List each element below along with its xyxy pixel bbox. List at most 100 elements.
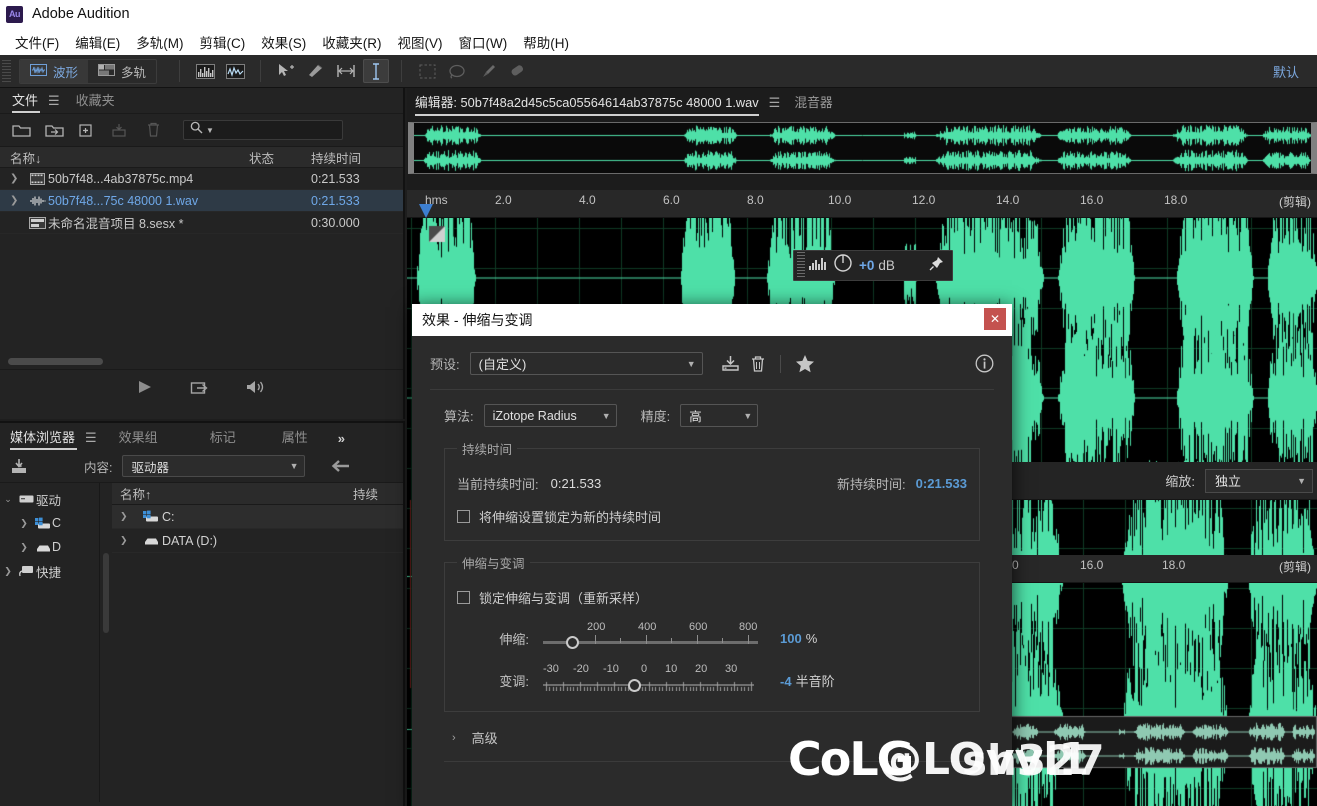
volume-icon[interactable] — [245, 379, 267, 400]
move-tool-icon[interactable] — [273, 59, 299, 83]
menu-edit[interactable]: 编辑(E) — [67, 30, 128, 54]
clip-gain-value[interactable]: +0 — [859, 258, 874, 273]
export-icon[interactable] — [190, 379, 209, 400]
list-item[interactable]: ❯ DATA (D:) — [112, 529, 403, 553]
tree-item-drives[interactable]: ⌄ 驱动 — [0, 487, 99, 511]
expand-twisty-icon[interactable]: ❯ — [120, 535, 138, 546]
favorite-star-icon[interactable] — [795, 354, 815, 373]
spectral-pitch-icon[interactable] — [222, 59, 248, 83]
menu-clip[interactable]: 剪辑(C) — [192, 30, 254, 54]
tab-editor[interactable]: 编辑器: 50b7f48a2d45c5ca05564614ab37875c 48… — [415, 92, 765, 116]
list-item[interactable]: ❯ C: — [112, 505, 403, 529]
table-row[interactable]: ❯ 50b7f48...4ab37875c.mp4 0:21.533 — [0, 168, 403, 190]
spectral-frequency-icon[interactable] — [192, 59, 218, 83]
files-panel-menu-icon[interactable]: ☰ — [48, 93, 60, 109]
timeline-ruler-secondary[interactable]: 0 16.0 18.0 (剪辑) — [1010, 555, 1317, 583]
media-browser-splitter[interactable] — [100, 483, 112, 802]
import-media-icon[interactable] — [10, 456, 32, 476]
close-icon[interactable]: ✕ — [984, 308, 1006, 330]
tab-files[interactable]: 文件 — [12, 90, 46, 113]
menu-favorites[interactable]: 收藏夹(R) — [314, 30, 389, 54]
media-col-duration[interactable]: 持续 — [353, 484, 403, 503]
table-row[interactable]: 未命名混音项目 8.sesx * 0:30.000 — [0, 212, 403, 234]
zoom-select[interactable]: 独立 ▼ — [1205, 468, 1313, 493]
files-col-duration[interactable]: 持续时间 — [311, 148, 403, 167]
editor-panel-menu-icon[interactable]: ☰ — [769, 95, 781, 111]
tab-mixer[interactable]: 混音器 — [794, 92, 838, 116]
dialog-title-bar[interactable]: 效果 - 伸缩与变调 ✕ — [412, 304, 1012, 336]
menu-multitrack[interactable]: 多轨(M) — [128, 30, 191, 54]
media-col-name[interactable]: 名称↑ — [120, 484, 353, 503]
pin-icon[interactable] — [929, 256, 944, 276]
expand-twisty-icon[interactable]: ❯ — [16, 518, 32, 529]
tab-favorites[interactable]: 收藏夹 — [76, 90, 123, 113]
tab-properties[interactable]: 属性 — [282, 427, 316, 450]
pitch-slider-knob[interactable] — [628, 679, 641, 692]
files-horizontal-scrollbar[interactable] — [8, 358, 395, 367]
play-icon[interactable] — [136, 379, 154, 400]
collapse-twisty-icon[interactable]: ⌄ — [0, 494, 16, 505]
pitch-value[interactable]: -4 — [780, 674, 792, 689]
expand-twisty-icon[interactable]: ❯ — [10, 195, 26, 206]
menu-effects[interactable]: 效果(S) — [253, 30, 314, 54]
new-file-icon[interactable] — [76, 120, 98, 140]
paintbrush-selection-icon[interactable] — [474, 59, 500, 83]
spot-healing-brush-icon[interactable] — [504, 59, 530, 83]
playhead-marker[interactable] — [419, 204, 433, 218]
expand-twisty-icon[interactable]: › — [452, 732, 456, 744]
tree-item-shortcuts[interactable]: ❯ 快捷 — [0, 559, 99, 583]
expand-twisty-icon[interactable]: ❯ — [0, 566, 16, 577]
open-file-icon[interactable] — [10, 120, 32, 140]
expand-twisty-icon[interactable]: ❯ — [10, 173, 26, 184]
stretch-slider[interactable]: 200 400 600 800 — [543, 621, 758, 655]
lock-stretch-checkbox[interactable] — [457, 591, 470, 604]
expand-twisty-icon[interactable]: ❯ — [120, 511, 138, 522]
files-col-name[interactable]: 名称↓ — [10, 148, 249, 167]
save-preset-icon[interactable] — [721, 355, 740, 372]
menu-window[interactable]: 窗口(W) — [451, 30, 516, 54]
files-col-status[interactable]: 状态 — [249, 148, 311, 167]
delete-preset-icon[interactable] — [750, 355, 766, 373]
tabs-overflow-icon[interactable]: » — [338, 431, 353, 450]
menu-file[interactable]: 文件(F) — [7, 30, 67, 54]
tab-media-browser[interactable]: 媒体浏览器 — [10, 427, 83, 450]
slip-tool-icon[interactable] — [333, 59, 359, 83]
tab-markers[interactable]: 标记 — [210, 427, 244, 450]
new-duration-value[interactable]: 0:21.533 — [916, 476, 967, 491]
media-panel-menu-icon[interactable]: ☰ — [85, 430, 97, 446]
insert-into-multitrack-icon[interactable] — [109, 120, 131, 140]
menu-view[interactable]: 视图(V) — [390, 30, 451, 54]
files-search-box[interactable]: ▼ — [183, 120, 343, 140]
preset-select[interactable]: (自定义) ▼ — [469, 352, 703, 375]
marquee-selection-icon[interactable] — [414, 59, 440, 83]
lock-duration-row[interactable]: 将伸缩设置锁定为新的持续时间 — [457, 507, 967, 526]
stretch-slider-knob[interactable] — [566, 636, 579, 649]
tree-item-d-drive[interactable]: ❯ D — [0, 535, 99, 559]
lock-duration-checkbox[interactable] — [457, 510, 470, 523]
waveform-mode-button[interactable]: 波形 — [20, 59, 89, 83]
back-arrow-icon[interactable] — [329, 456, 351, 476]
info-icon[interactable] — [975, 354, 994, 373]
workspace-label[interactable]: 默认 — [1273, 62, 1299, 81]
time-selection-tool-icon[interactable] — [363, 59, 390, 83]
razor-tool-icon[interactable] — [303, 59, 329, 83]
lasso-selection-icon[interactable] — [444, 59, 470, 83]
stretch-value[interactable]: 100 — [780, 631, 802, 646]
algorithm-select[interactable]: iZotope Radius ▼ — [483, 404, 617, 427]
expand-twisty-icon[interactable]: ❯ — [16, 542, 32, 553]
import-file-icon[interactable] — [43, 120, 65, 140]
toolbar-grip[interactable] — [2, 60, 11, 82]
widget-grip[interactable] — [797, 252, 805, 279]
waveform-overview-strip[interactable] — [408, 122, 1317, 174]
advanced-section-toggle[interactable]: › 高级 — [452, 728, 994, 747]
lock-stretch-row[interactable]: 锁定伸缩与变调（重新采样） — [457, 588, 967, 607]
tree-item-c-drive[interactable]: ❯ C — [0, 511, 99, 535]
timeline-ruler[interactable]: hms 2.0 4.0 6.0 8.0 10.0 12.0 14.0 16.0 … — [407, 190, 1317, 218]
table-row[interactable]: ❯ 50b7f48...75c 48000 1.wav 0:21.533 — [0, 190, 403, 212]
tab-effects-rack[interactable]: 效果组 — [119, 427, 166, 450]
content-select[interactable]: 驱动器 ▼ — [122, 455, 306, 477]
clip-gain-widget[interactable]: +0 dB — [793, 250, 953, 281]
menu-help[interactable]: 帮助(H) — [515, 30, 577, 54]
precision-select[interactable]: 高 ▼ — [680, 404, 759, 427]
clip-gain-knob-icon[interactable] — [833, 253, 853, 278]
